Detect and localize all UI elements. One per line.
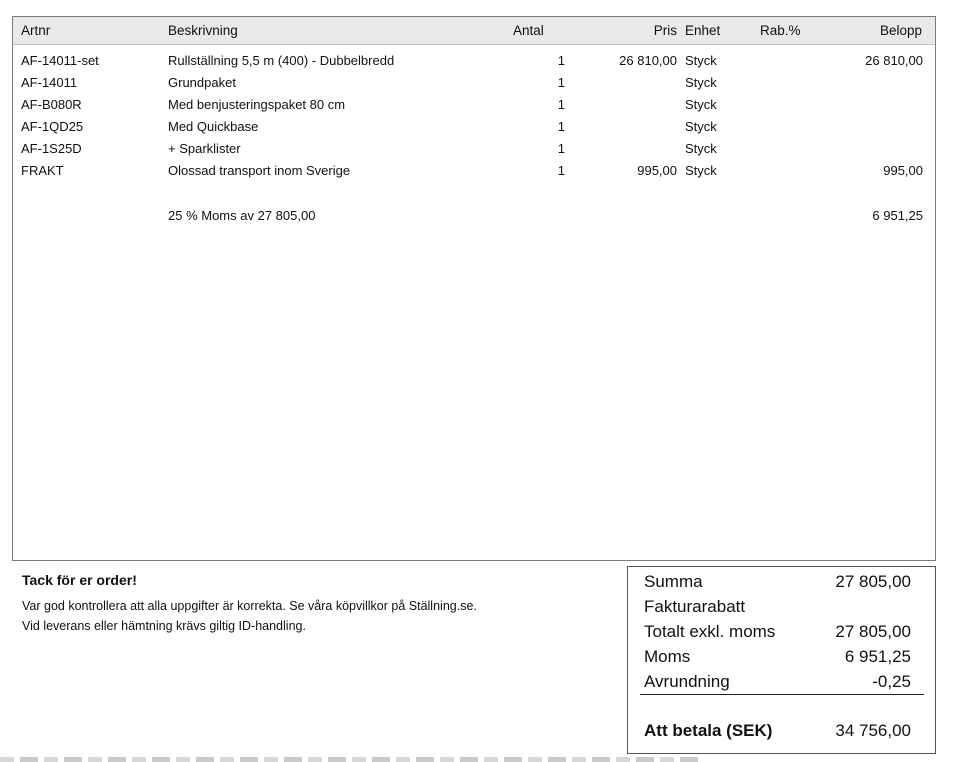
summary-label: Moms xyxy=(644,647,691,666)
summary-row-moms: Moms 6 951,25 xyxy=(644,646,911,668)
row-2-description: Med benjusteringspaket 80 cm xyxy=(168,97,346,112)
table-header: Artnr Beskrivning Antal Pris Enhet Rab.%… xyxy=(13,17,935,45)
header-quantity: Antal xyxy=(513,23,544,38)
summary-value: -0,25 xyxy=(872,672,911,691)
row-5-quantity: 1 xyxy=(557,163,565,178)
row-0-quantity: 1 xyxy=(557,53,565,68)
summary-label: Avrundning xyxy=(644,672,730,691)
total-label: Att betala (SEK) xyxy=(644,721,773,740)
header-description: Beskrivning xyxy=(168,23,238,38)
header-amount: Belopp xyxy=(879,23,922,38)
vat-line-amount: 6 951,25 xyxy=(872,208,923,223)
row-5-artnr: FRAKT xyxy=(21,163,64,178)
row-5-unit: Styck xyxy=(685,163,717,178)
row-4-unit: Styck xyxy=(685,141,717,156)
header-price: Pris xyxy=(653,23,677,38)
summary-value: 27 805,00 xyxy=(835,622,911,641)
header-discount: Rab.% xyxy=(760,23,801,38)
summary-value: 6 951,25 xyxy=(844,647,911,666)
message-line-1: Var god kontrollera att alla uppgifter ä… xyxy=(22,599,477,613)
row-4-quantity: 1 xyxy=(557,141,565,156)
message-line-2: Vid leverans eller hämtning krävs giltig… xyxy=(22,619,306,633)
summary-divider xyxy=(640,694,924,695)
row-0-description: Rullställning 5,5 m (400) - Dubbelbredd xyxy=(168,53,395,68)
row-3-description: Med Quickbase xyxy=(168,119,259,134)
row-2-quantity: 1 xyxy=(557,97,565,112)
order-lines-table: Artnr Beskrivning Antal Pris Enhet Rab.%… xyxy=(12,16,936,561)
row-1-description: Grundpaket xyxy=(168,75,236,90)
summary-row-avrundning: Avrundning -0,25 xyxy=(644,671,911,693)
thank-you-message: Tack för er order! Var god kontrollera a… xyxy=(22,572,602,636)
summary-row-total: Att betala (SEK) 34 756,00 xyxy=(644,720,911,742)
cut-off-footer-text xyxy=(0,757,700,762)
row-5-description: Olossad transport inom Sverige xyxy=(168,163,351,178)
row-4-artnr: AF-1S25D xyxy=(21,141,82,156)
row-0-unit: Styck xyxy=(685,53,717,68)
row-3-artnr: AF-1QD25 xyxy=(21,119,84,134)
row-3-unit: Styck xyxy=(685,119,717,134)
summary-row-summa: Summa 27 805,00 xyxy=(644,571,911,593)
summary-value: 27 805,00 xyxy=(835,572,911,591)
summary-label: Totalt exkl. moms xyxy=(644,622,776,641)
row-1-unit: Styck xyxy=(685,75,717,90)
summary-label: Summa xyxy=(644,572,703,591)
row-1-artnr: AF-14011 xyxy=(21,75,78,90)
message-title: Tack för er order! xyxy=(22,572,137,588)
header-unit: Enhet xyxy=(685,23,721,38)
row-2-artnr: AF-B080R xyxy=(21,97,82,112)
row-4-description: + Sparklister xyxy=(168,141,241,156)
summary-row-fakturarabatt: Fakturarabatt xyxy=(644,596,911,618)
row-0-price: 26 810,00 xyxy=(619,53,677,68)
row-0-artnr: AF-14011-set xyxy=(21,53,99,68)
row-5-price: 995,00 xyxy=(637,163,677,178)
row-3-quantity: 1 xyxy=(557,119,565,134)
vat-line-description: 25 % Moms av 27 805,00 xyxy=(168,208,316,223)
row-0-amount: 26 810,00 xyxy=(865,53,923,68)
summary-label: Fakturarabatt xyxy=(644,597,746,616)
summary-row-totalt-exkl-moms: Totalt exkl. moms 27 805,00 xyxy=(644,621,911,643)
header-artnr: Artnr xyxy=(21,23,51,38)
row-1-quantity: 1 xyxy=(557,75,565,90)
row-2-unit: Styck xyxy=(685,97,717,112)
row-5-amount: 995,00 xyxy=(883,163,923,178)
total-value: 34 756,00 xyxy=(835,721,911,740)
totals-box: Summa 27 805,00 Fakturarabatt Totalt exk… xyxy=(627,566,936,754)
